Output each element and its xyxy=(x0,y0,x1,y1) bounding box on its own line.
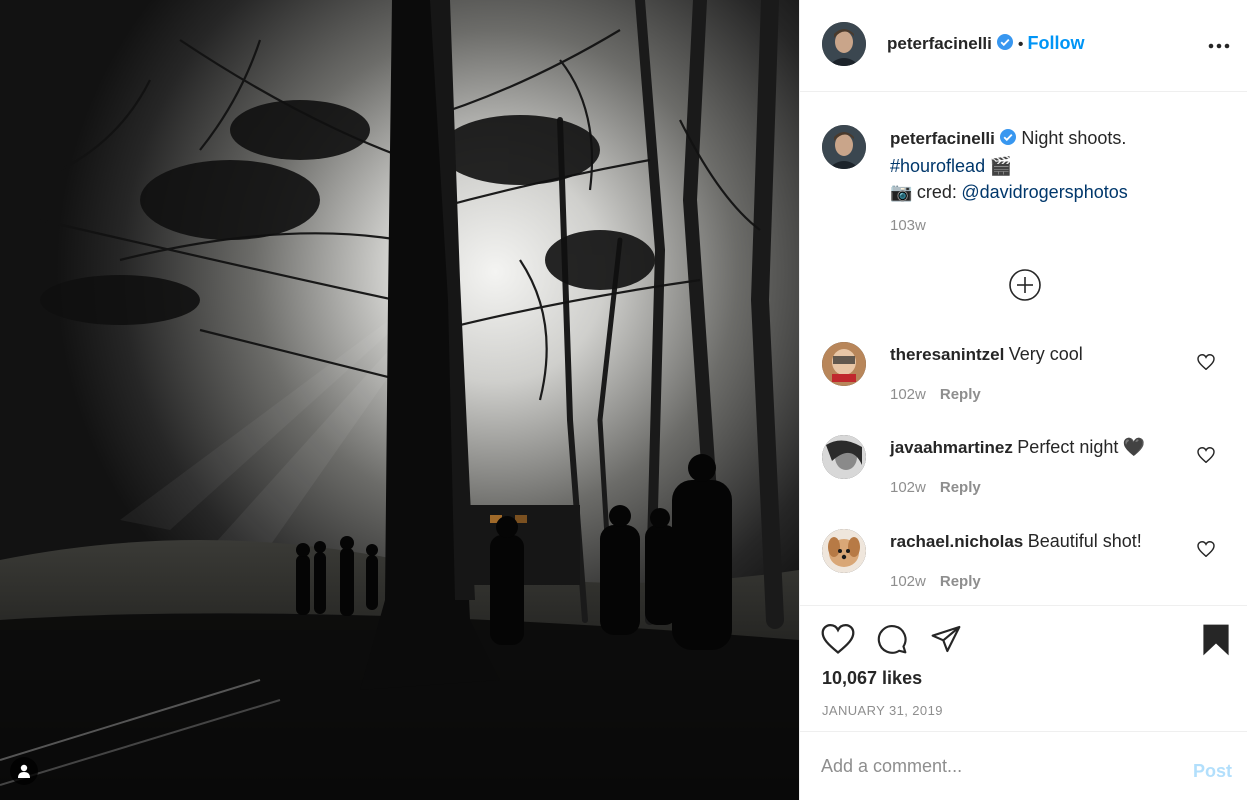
like-heart-icon[interactable] xyxy=(821,623,855,660)
black-heart-emoji: 🖤 xyxy=(1122,437,1146,457)
comment-timestamp[interactable]: 102w xyxy=(890,386,926,403)
avatar-image xyxy=(822,529,866,573)
commenter-avatar[interactable] xyxy=(822,435,866,479)
load-more-comments-button[interactable] xyxy=(1008,268,1042,307)
avatar[interactable] xyxy=(822,22,866,66)
save-bookmark-icon[interactable] xyxy=(1202,623,1230,662)
follow-button[interactable]: Follow xyxy=(1027,33,1084,53)
comment-bubble-icon[interactable] xyxy=(875,623,909,660)
verified-badge-icon xyxy=(996,33,1014,56)
post-comment-button[interactable]: Post xyxy=(1193,761,1232,782)
cred-text: cred: xyxy=(916,182,957,202)
comment-text: Very cool xyxy=(1008,344,1083,364)
comment-username[interactable]: rachael.nicholas xyxy=(890,532,1023,551)
caption-timestamp[interactable]: 103w xyxy=(890,217,926,234)
avatar-image xyxy=(822,435,866,479)
comment-text: Beautiful shot! xyxy=(1027,531,1142,551)
share-send-icon[interactable] xyxy=(929,623,963,660)
user-icon xyxy=(18,764,30,778)
caption-text: Night shoots. xyxy=(1021,128,1127,148)
post-photo[interactable] xyxy=(0,0,799,800)
reply-button[interactable]: Reply xyxy=(940,573,981,590)
reply-button[interactable]: Reply xyxy=(940,386,981,403)
clapper-emoji: 🎬 xyxy=(989,156,1012,176)
plus-circle-icon xyxy=(1009,269,1041,301)
night-forest-image xyxy=(0,0,799,800)
tag-people-button[interactable] xyxy=(10,757,38,785)
comment-timestamp[interactable]: 102w xyxy=(890,479,926,496)
camera-emoji: 📷 xyxy=(890,182,913,202)
verified-badge-icon xyxy=(999,128,1017,154)
post-username[interactable]: peterfacinelli xyxy=(887,34,992,53)
like-comment-heart-icon[interactable] xyxy=(1197,540,1215,562)
post-header: peterfacinelli • Follow xyxy=(800,0,1247,92)
more-options-icon[interactable] xyxy=(1208,36,1230,61)
post-date[interactable]: JANUARY 31, 2019 xyxy=(822,703,943,718)
like-comment-heart-icon[interactable] xyxy=(1197,353,1215,375)
comment-username[interactable]: javaahmartinez xyxy=(890,438,1013,457)
avatar-image xyxy=(822,342,866,386)
separator-dot: • xyxy=(1017,36,1024,53)
hashtag-link[interactable]: #houroflead xyxy=(890,156,985,176)
like-count[interactable]: 10,067 likes xyxy=(822,668,922,689)
action-bar xyxy=(800,605,1247,656)
mention-link[interactable]: @davidrogersphotos xyxy=(961,182,1127,202)
commenter-avatar[interactable] xyxy=(822,529,866,573)
add-comment-bar: Post xyxy=(800,731,1247,800)
commenter-avatar[interactable] xyxy=(822,342,866,386)
comment-input[interactable] xyxy=(821,756,1161,777)
comment-text: Perfect night xyxy=(1017,437,1119,457)
caption-avatar[interactable] xyxy=(822,125,866,169)
avatar-image xyxy=(822,125,866,169)
comment-username[interactable]: theresanintzel xyxy=(890,345,1004,364)
comment-timestamp[interactable]: 102w xyxy=(890,573,926,590)
caption-username[interactable]: peterfacinelli xyxy=(890,129,995,148)
avatar-image xyxy=(822,22,866,66)
reply-button[interactable]: Reply xyxy=(940,479,981,496)
post-sidebar: peterfacinelli • Follow peterfacinelli Nig… xyxy=(799,0,1247,800)
like-comment-heart-icon[interactable] xyxy=(1197,446,1215,468)
